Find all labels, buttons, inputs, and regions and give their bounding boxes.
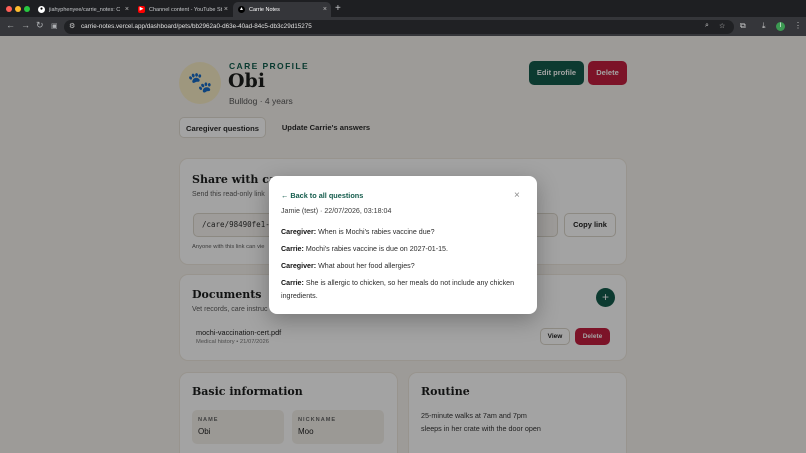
close-icon[interactable]: × <box>125 6 129 13</box>
close-icon[interactable]: × <box>323 6 327 13</box>
github-icon: ● <box>38 6 45 13</box>
message-speaker: Carrie: <box>281 279 304 287</box>
site-info-icon[interactable]: ⚙ <box>69 22 75 30</box>
window-close-icon[interactable] <box>6 6 12 12</box>
new-tab-icon[interactable]: + <box>335 3 341 14</box>
profile-avatar[interactable]: I <box>776 22 785 31</box>
forward-arrow-icon[interactable]: → <box>21 20 30 30</box>
extensions-icon[interactable]: ⧉ <box>740 21 746 31</box>
bookmark-star-icon[interactable]: ☆ <box>719 22 725 30</box>
zoom-icon[interactable]: ⌕ <box>705 22 709 30</box>
close-icon[interactable]: × <box>224 6 228 13</box>
conversation-message: Caregiver: What about her food allergies… <box>281 260 529 273</box>
url-text: carrie-notes.vercel.app/dashboard/pets/b… <box>81 23 312 30</box>
window-zoom-icon[interactable] <box>24 6 30 12</box>
window-minimize-icon[interactable] <box>15 6 21 12</box>
message-speaker: Carrie: <box>281 245 304 253</box>
youtube-icon: ▶ <box>138 6 145 13</box>
sidebar-icon[interactable]: ▣ <box>51 22 58 30</box>
message-text: She is allergic to chicken, so her meals… <box>281 279 515 300</box>
browser-tab-github[interactable]: ● jiahyphenyee/carrie_notes: C × <box>33 2 133 17</box>
tab-title: jiahyphenyee/carrie_notes: C <box>49 6 121 13</box>
more-menu-icon[interactable]: ⋮ <box>794 21 802 30</box>
browser-tab-youtube[interactable]: ▶ Channel content - YouTube St × <box>133 2 232 17</box>
reload-icon[interactable]: ↻ <box>36 20 44 31</box>
conversation-meta: Jamie (test) · 22/07/2026, 03:18:04 <box>281 207 392 215</box>
back-arrow-icon[interactable]: ← <box>6 20 15 30</box>
tab-title: Channel content - YouTube St <box>149 6 223 13</box>
browser-tab-strip: ● jiahyphenyee/carrie_notes: C × ▶ Chann… <box>0 0 806 17</box>
conversation-message: Carrie: Mochi's rabies vaccine is due on… <box>281 243 529 256</box>
conversation-modal: ← Back to all questions × Jamie (test) ·… <box>269 176 537 314</box>
back-to-questions-link[interactable]: ← Back to all questions <box>281 191 363 200</box>
message-speaker: Caregiver: <box>281 228 317 236</box>
browser-toolbar: ← → ↻ ▣ ⚙ carrie-notes.vercel.app/dashbo… <box>0 17 806 36</box>
download-icon[interactable]: ⤓ <box>762 21 766 31</box>
message-speaker: Caregiver: <box>281 262 317 270</box>
conversation-message: Carrie: She is allergic to chicken, so h… <box>281 277 529 302</box>
address-bar[interactable]: ⚙ carrie-notes.vercel.app/dashboard/pets… <box>64 20 734 34</box>
conversation-message: Caregiver: When is Mochi's rabies vaccin… <box>281 226 529 239</box>
close-icon[interactable]: × <box>514 191 520 201</box>
browser-tab-carrie-notes[interactable]: ▲ Carrie Notes × <box>233 2 331 17</box>
tab-title: Carrie Notes <box>249 6 280 13</box>
message-text: When is Mochi's rabies vaccine due? <box>316 228 435 236</box>
message-text: What about her food allergies? <box>316 262 415 270</box>
message-text: Mochi's rabies vaccine is due on 2027-01… <box>303 245 448 253</box>
vercel-icon: ▲ <box>238 6 245 13</box>
